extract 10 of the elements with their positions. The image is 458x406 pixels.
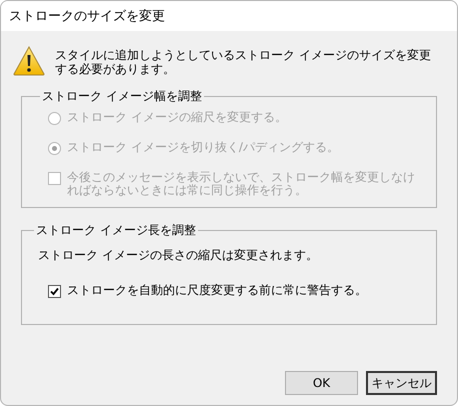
group-title: ストローク イメージ幅を調整	[41, 88, 203, 105]
group-title: ストローク イメージ長を調整	[35, 222, 197, 239]
checkbox[interactable]	[48, 285, 61, 298]
warning-message: スタイルに追加しようとしているストローク イメージのサイズを変更する必要があります。	[55, 48, 432, 76]
ok-button[interactable]: OK	[285, 371, 358, 395]
window-title: ストロークのサイズを変更	[9, 8, 165, 25]
option-label[interactable]: ストロークを自動的に尺度変更する前に常に警告する。	[67, 284, 367, 297]
warning-icon	[13, 46, 45, 76]
note-text: ストローク イメージの長さの縮尺は変更されます。	[38, 247, 319, 264]
cancel-button[interactable]: キャンセル	[366, 371, 437, 395]
